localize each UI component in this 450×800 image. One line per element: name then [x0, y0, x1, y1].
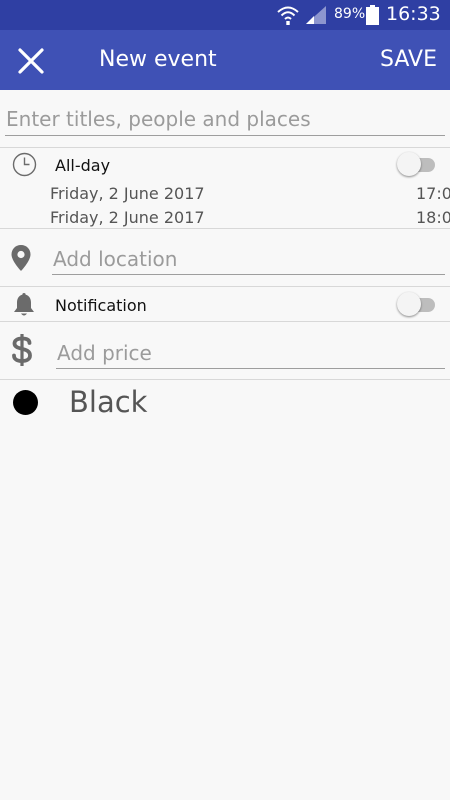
color-dot-icon[interactable] [13, 390, 38, 415]
location-input[interactable] [53, 245, 443, 273]
end-date[interactable]: Friday, 2 June 2017 [50, 208, 205, 227]
all-day-label: All-day [55, 156, 111, 175]
battery-percent: 89% [334, 6, 366, 22]
start-time[interactable]: 17:0 [416, 184, 450, 203]
signal-icon [306, 6, 326, 24]
divider [0, 228, 450, 229]
dollar-icon [12, 334, 32, 366]
start-date[interactable]: Friday, 2 June 2017 [50, 184, 205, 203]
color-label[interactable]: Black [69, 385, 147, 419]
toggle-knob [397, 152, 421, 176]
close-button[interactable] [14, 44, 48, 78]
event-title-input[interactable] [6, 105, 442, 133]
clock-icon [12, 152, 37, 177]
all-day-toggle[interactable] [397, 151, 437, 177]
bell-icon [14, 293, 34, 316]
divider [0, 379, 450, 380]
notification-toggle[interactable] [397, 291, 437, 317]
wifi-icon [277, 6, 299, 25]
price-underline [56, 368, 445, 369]
toggle-knob [397, 292, 421, 316]
battery-icon [366, 5, 379, 25]
location-pin-icon [11, 245, 31, 271]
divider [0, 286, 450, 287]
location-underline [52, 274, 445, 275]
divider [0, 321, 450, 322]
end-time[interactable]: 18:0 [416, 208, 450, 227]
title-underline [5, 135, 445, 136]
notification-label: Notification [55, 296, 147, 315]
close-icon [18, 48, 44, 74]
app-bar: New event SAVE [0, 30, 450, 90]
save-button[interactable]: SAVE [380, 47, 437, 72]
price-input[interactable] [57, 339, 443, 367]
page-title: New event [99, 47, 217, 72]
clock: 16:33 [386, 3, 441, 25]
status-bar: 89% 16:33 [0, 0, 450, 30]
divider [0, 147, 450, 148]
